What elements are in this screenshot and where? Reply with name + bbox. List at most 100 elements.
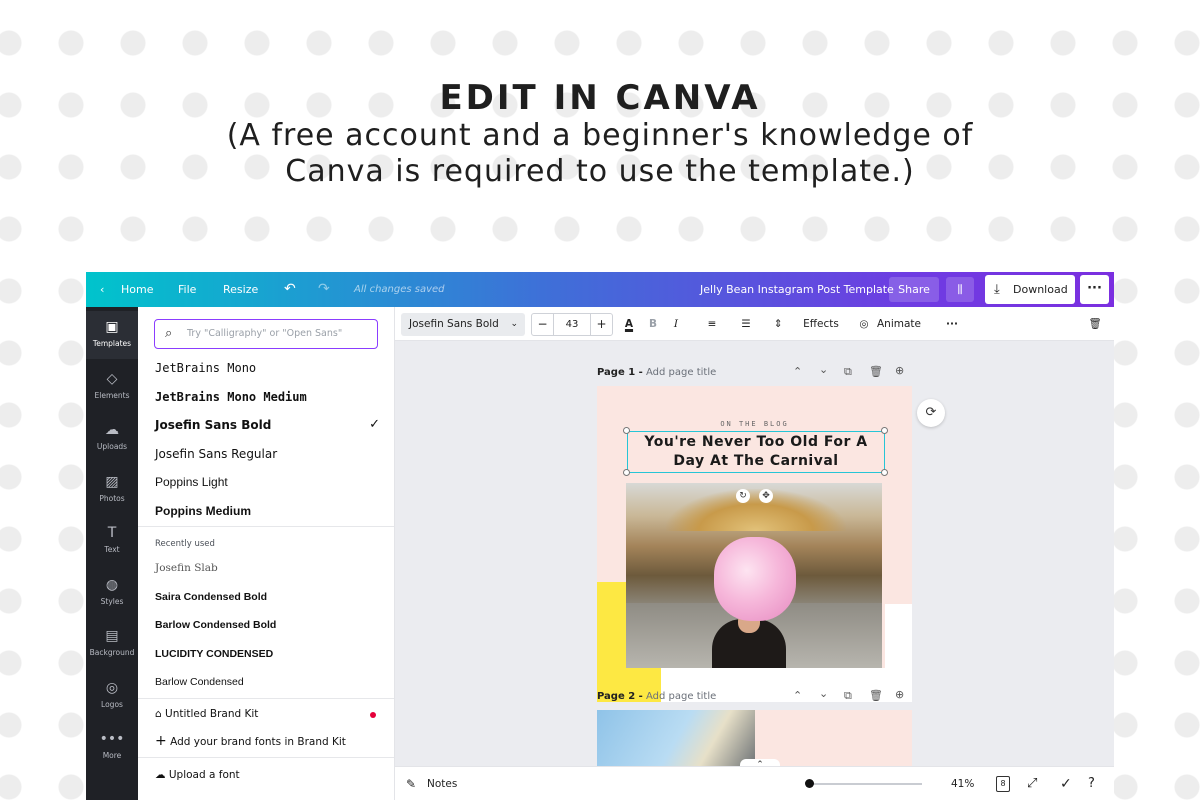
carousel-photo[interactable]: ↻ ✥ — [626, 483, 882, 668]
file-menu[interactable]: File — [178, 272, 196, 307]
chevron-down-icon[interactable]: ⌄ — [819, 363, 828, 376]
font-option-label: Josefin Sans Regular — [155, 446, 278, 461]
brand-kit-row[interactable]: ⌂ Untitled Brand Kit — [155, 708, 258, 720]
delete-page-icon[interactable]: 🗑 — [869, 365, 883, 378]
chevron-up-icon[interactable]: ⌃ — [793, 365, 802, 378]
font-option-label: JetBrains Mono Medium — [155, 389, 307, 404]
chevron-up-icon[interactable]: ⌃ — [740, 759, 780, 766]
top-bar: ‹ Home File Resize ↶ ↷ All changes saved… — [86, 272, 1114, 307]
chevron-down-icon[interactable]: ⌄ — [819, 687, 828, 700]
text-toolbar: Josefin Sans Bold ⌄ − 43 + A B I ≡ ☰ ⇕ E… — [395, 307, 1114, 341]
add-brand-fonts-label: Add your brand fonts in Brand Kit — [170, 736, 346, 748]
fullscreen-icon[interactable]: ⤢ — [1027, 767, 1037, 800]
rotate-icon[interactable]: ↻ — [736, 489, 750, 503]
list-icon[interactable]: ☰ — [738, 307, 754, 341]
recent-font-option[interactable]: LUCIDITY CONDENSED — [155, 642, 380, 666]
recent-font-option[interactable]: Josefin Slab — [155, 556, 380, 580]
bar-chart-icon: ⫼ — [957, 283, 963, 296]
more-options-button[interactable]: ··· — [1080, 275, 1109, 304]
animate-button[interactable]: Animate — [877, 307, 925, 341]
styles-icon: ◍ — [105, 576, 119, 593]
refresh-icon[interactable]: ⟳ — [917, 399, 945, 427]
font-option[interactable]: JetBrains Mono — [155, 356, 380, 380]
align-center-icon[interactable]: ≡ — [704, 307, 720, 341]
duplicate-page-icon[interactable]: ⧉ — [844, 365, 852, 379]
trash-icon[interactable]: 🗑 — [1087, 307, 1103, 341]
home-button[interactable]: Home — [121, 272, 153, 307]
more-icon[interactable]: ··· — [943, 307, 961, 341]
effects-button[interactable]: Effects — [800, 307, 842, 341]
increase-size-button[interactable]: + — [590, 314, 612, 335]
rail-item-background[interactable]: ▤ Background — [86, 620, 138, 668]
kicker-text[interactable]: ON THE BLOG — [597, 420, 912, 428]
duplicate-page-icon[interactable]: ⧉ — [844, 689, 852, 703]
font-option[interactable]: Poppins Light — [155, 470, 380, 494]
decrease-size-button[interactable]: − — [532, 314, 554, 335]
photos-icon: ▨ — [105, 473, 119, 490]
cotton-candy — [714, 537, 796, 621]
font-option[interactable]: JetBrains Mono Medium — [155, 385, 380, 409]
add-page-icon[interactable]: ⊕ — [895, 364, 904, 377]
zoom-slider-handle[interactable] — [805, 779, 814, 788]
italic-button[interactable]: I — [669, 307, 683, 341]
font-option[interactable]: Josefin Sans Regular — [155, 442, 380, 466]
rail-item-text[interactable]: T Text — [86, 517, 138, 565]
page-1-title-input[interactable]: Add page title — [646, 367, 716, 378]
insights-button[interactable]: ⫼ — [946, 277, 974, 302]
text-color-button[interactable]: A — [621, 307, 637, 341]
download-button[interactable]: ⤓ Download — [985, 275, 1075, 304]
undo-icon[interactable]: ↶ — [284, 272, 296, 307]
rail-item-logos[interactable]: ◎ Logos — [86, 672, 138, 720]
page-1[interactable]: ON THE BLOG You're Never Too Old For A D… — [597, 386, 912, 702]
font-option[interactable]: Josefin Sans Bold ✓ — [155, 413, 380, 437]
share-button[interactable]: Share — [889, 277, 939, 302]
spacing-icon[interactable]: ⇕ — [769, 307, 787, 341]
resize-button[interactable]: Resize — [223, 272, 258, 307]
recent-font-option[interactable]: Barlow Condensed Bold — [155, 613, 380, 637]
recent-font-option[interactable]: Barlow Condensed — [155, 670, 380, 694]
plus-icon: + — [155, 733, 167, 749]
font-family-dropdown[interactable]: Josefin Sans Bold ⌄ — [401, 313, 525, 336]
rail-item-templates[interactable]: ▣ Templates — [86, 311, 138, 359]
font-option-label: JetBrains Mono — [155, 361, 257, 375]
rail-item-uploads[interactable]: ☁ Uploads — [86, 414, 138, 462]
notes-button[interactable]: Notes — [427, 767, 457, 800]
notes-icon[interactable]: ✎ — [406, 767, 416, 800]
page-count-button[interactable]: 8 — [996, 776, 1010, 792]
templates-icon: ▣ — [105, 319, 119, 335]
font-option-label: Josefin Sans Bold — [155, 418, 272, 432]
recently-used-label: Recently used — [155, 539, 215, 549]
recent-font-option[interactable]: Saira Condensed Bold — [155, 585, 380, 609]
page-2-label: Page 2 - — [597, 691, 643, 702]
zoom-level[interactable]: 41% — [951, 767, 974, 800]
delete-page-icon[interactable]: 🗑 — [869, 689, 883, 702]
rail-item-styles[interactable]: ◍ Styles — [86, 569, 138, 617]
upload-font-button[interactable]: ☁ Upload a font — [155, 769, 240, 781]
font-search-input[interactable]: ⌕ Try "Calligraphy" or "Open Sans" — [154, 319, 378, 349]
font-option-label: Poppins Light — [155, 475, 228, 489]
help-icon[interactable]: ? — [1088, 767, 1095, 800]
add-page-icon[interactable]: ⊕ — [895, 688, 904, 701]
chevron-up-icon[interactable]: ⌃ — [793, 689, 802, 702]
font-option[interactable]: Poppins Medium — [155, 499, 380, 523]
page-2[interactable] — [597, 710, 912, 766]
animate-icon[interactable]: ◎ — [857, 307, 871, 341]
recent-font-label: Saira Condensed Bold — [155, 590, 268, 603]
rail-item-photos[interactable]: ▨ Photos — [86, 466, 138, 514]
document-title[interactable]: Jelly Bean Instagram Post Template — [700, 272, 894, 307]
rail-item-more[interactable]: ••• More — [86, 723, 138, 771]
brand-kit-label: Untitled Brand Kit — [165, 708, 259, 720]
headline-text[interactable]: You're Never Too Old For A Day At The Ca… — [627, 433, 885, 471]
page-2-title-input[interactable]: Add page title — [646, 691, 716, 702]
zoom-slider[interactable] — [808, 783, 922, 785]
promo-heading: EDIT IN CANVA (A free account and a begi… — [0, 78, 1200, 190]
redo-icon[interactable]: ↷ — [318, 272, 330, 307]
move-icon[interactable]: ✥ — [759, 489, 773, 503]
rail-item-elements[interactable]: ◇ Elements — [86, 363, 138, 411]
check-circle-icon[interactable]: ✓ — [1060, 767, 1072, 800]
rail-item-label: More — [102, 751, 122, 760]
font-size-input[interactable]: 43 — [554, 314, 590, 335]
add-brand-fonts-link[interactable]: + Add your brand fonts in Brand Kit — [155, 733, 346, 749]
back-chevron-icon[interactable]: ‹ — [100, 272, 104, 307]
bold-button[interactable]: B — [646, 307, 660, 341]
